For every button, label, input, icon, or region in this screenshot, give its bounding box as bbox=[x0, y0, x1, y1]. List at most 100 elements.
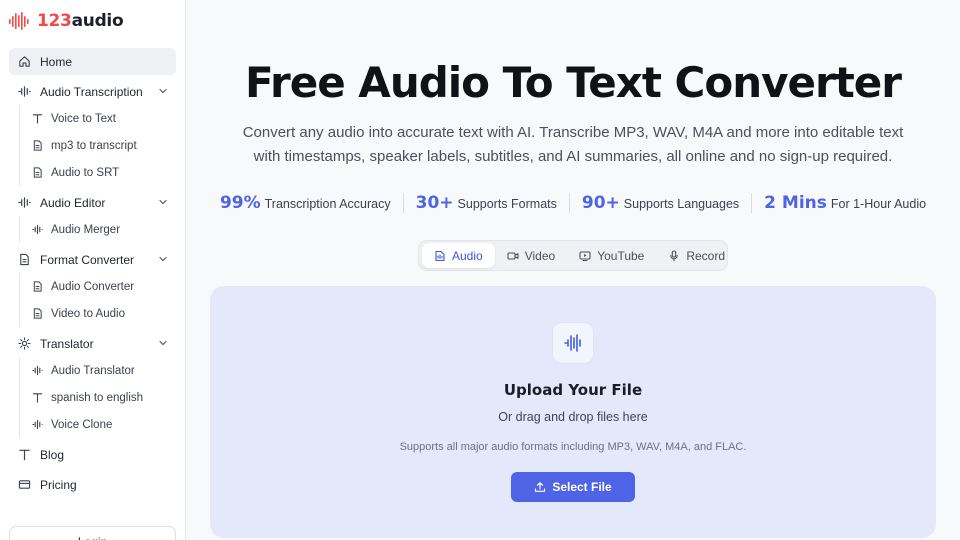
hero-subtitle-line-2: with timestamps, speaker labels, subtitl… bbox=[253, 148, 893, 165]
login-button[interactable]: Login bbox=[9, 526, 176, 540]
select-file-label: Select File bbox=[552, 480, 612, 494]
stat-speed: 2 Mins For 1-Hour Audio bbox=[751, 193, 938, 213]
upload-drag-text: Or drag and drop files here bbox=[498, 410, 648, 424]
stat-label: Supports Languages bbox=[623, 197, 740, 211]
hero-subtitle: Convert any audio into accurate text wit… bbox=[226, 121, 920, 169]
stat-accuracy: 99% Transcription Accuracy bbox=[208, 193, 403, 213]
sidebar-item-voice-to-text[interactable]: Voice to Text bbox=[24, 105, 176, 132]
sidebar-item-spanish-to-english[interactable]: spanish to english bbox=[24, 384, 176, 411]
sidebar-item-audio-merger[interactable]: Audio Merger bbox=[24, 216, 176, 243]
stat-value: 99% bbox=[219, 193, 261, 213]
video-camera-icon bbox=[507, 250, 519, 262]
sidebar-item-label: Audio to SRT bbox=[51, 166, 120, 179]
sidebar-item-label: Video to Audio bbox=[51, 307, 125, 320]
stat-value: 30+ bbox=[415, 193, 454, 213]
sidebar-item-video-to-audio[interactable]: Video to Audio bbox=[24, 300, 176, 327]
tab-record[interactable]: Record bbox=[656, 243, 737, 268]
nav-group-translator: Translator Audio Translator spanish to e… bbox=[9, 330, 176, 438]
main-content: Free Audio To Text Converter Convert any… bbox=[186, 0, 960, 540]
text-t-icon bbox=[32, 113, 43, 124]
document-icon bbox=[32, 167, 43, 178]
tab-youtube[interactable]: YouTube bbox=[567, 243, 656, 268]
hero-subtitle-line-1: Convert any audio into accurate text wit… bbox=[242, 124, 904, 141]
upload-dropzone[interactable]: Upload Your File Or drag and drop files … bbox=[210, 286, 936, 538]
stat-label: Supports Formats bbox=[457, 197, 557, 211]
document-icon bbox=[32, 140, 43, 151]
sound-wave-icon bbox=[18, 85, 31, 98]
sidebar-item-label: Audio Converter bbox=[51, 280, 135, 293]
sidebar-item-label: Format Converter bbox=[40, 252, 135, 267]
sidebar-item-label: spanish to english bbox=[51, 391, 144, 404]
sidebar-item-audio-editor[interactable]: Audio Editor bbox=[9, 189, 176, 216]
sidebar-item-label: Translator bbox=[40, 336, 94, 351]
sidebar-item-label: Audio Translator bbox=[51, 364, 135, 377]
stat-label: Transcription Accuracy bbox=[264, 197, 391, 211]
tab-video[interactable]: Video bbox=[495, 243, 567, 268]
sparkle-icon bbox=[18, 337, 31, 350]
sidebar-item-blog[interactable]: Blog bbox=[9, 441, 176, 468]
submenu-audio-transcription: Voice to Text mp3 to transcript Audio to… bbox=[19, 105, 176, 186]
document-icon bbox=[32, 308, 43, 319]
sidebar-item-label: Audio Editor bbox=[40, 195, 106, 210]
chevron-down-icon[interactable] bbox=[158, 86, 168, 96]
nav-group-format-converter: Format Converter Audio Converter Video t… bbox=[9, 246, 176, 327]
sidebar-item-audio-translator[interactable]: Audio Translator bbox=[24, 357, 176, 384]
home-icon bbox=[18, 55, 31, 68]
sidebar-item-mp3-to-transcript[interactable]: mp3 to transcript bbox=[24, 132, 176, 159]
chevron-down-icon[interactable] bbox=[158, 254, 168, 264]
sidebar-item-label: mp3 to transcript bbox=[51, 139, 137, 152]
upload-audio-icon bbox=[552, 322, 594, 364]
stat-label: For 1-Hour Audio bbox=[830, 197, 927, 211]
sidebar-item-audio-to-srt[interactable]: Audio to SRT bbox=[24, 159, 176, 186]
document-icon bbox=[32, 281, 43, 292]
select-file-button[interactable]: Select File bbox=[511, 472, 635, 502]
sidebar-item-home-label: Home bbox=[40, 54, 73, 69]
sidebar: 123audio Home Audio Transcription Voice … bbox=[0, 0, 186, 540]
tab-label: Record bbox=[686, 248, 726, 263]
tab-audio[interactable]: Audio bbox=[422, 243, 495, 268]
sidebar-item-label: Voice to Text bbox=[51, 112, 116, 125]
sidebar-item-pricing[interactable]: Pricing bbox=[9, 471, 176, 498]
page-title: Free Audio To Text Converter bbox=[245, 58, 902, 107]
brand-logo[interactable]: 123audio bbox=[8, 9, 124, 33]
upload-title: Upload Your File bbox=[503, 381, 643, 399]
text-t-icon bbox=[18, 448, 31, 461]
sidebar-item-label: Voice Clone bbox=[51, 418, 113, 431]
submenu-audio-editor: Audio Merger bbox=[19, 216, 176, 243]
sidebar-item-audio-transcription[interactable]: Audio Transcription bbox=[9, 78, 176, 105]
sound-wave-icon bbox=[32, 419, 43, 430]
nav-group-audio-editor: Audio Editor Audio Merger bbox=[9, 189, 176, 243]
sound-wave-icon bbox=[32, 224, 43, 235]
stat-value: 90+ bbox=[581, 193, 620, 213]
chevron-down-icon[interactable] bbox=[158, 197, 168, 207]
sidebar-item-home[interactable]: Home bbox=[9, 48, 176, 75]
sound-wave-icon bbox=[564, 334, 581, 352]
sidebar-item-format-converter[interactable]: Format Converter bbox=[9, 246, 176, 273]
credit-card-icon bbox=[18, 478, 31, 491]
sidebar-item-audio-converter[interactable]: Audio Converter bbox=[24, 273, 176, 300]
stats-bar: 99% Transcription Accuracy 30+ Supports … bbox=[186, 193, 960, 213]
microphone-icon bbox=[668, 249, 680, 262]
brand-name-word: audio bbox=[71, 11, 124, 31]
sidebar-item-translator[interactable]: Translator bbox=[9, 330, 176, 357]
submenu-translator: Audio Translator spanish to english Voic… bbox=[19, 357, 176, 438]
upload-icon bbox=[534, 481, 546, 493]
upload-formats-text: Supports all major audio formats includi… bbox=[399, 441, 747, 453]
sidebar-item-label: Pricing bbox=[40, 477, 77, 492]
chevron-down-icon[interactable] bbox=[158, 338, 168, 348]
text-t-icon bbox=[32, 392, 43, 403]
brand-name: 123audio bbox=[37, 11, 124, 31]
document-icon bbox=[18, 253, 31, 266]
sidebar-item-label: Blog bbox=[40, 447, 65, 462]
tab-label: YouTube bbox=[597, 248, 645, 263]
sound-wave-icon bbox=[18, 196, 31, 209]
stat-value: 2 Mins bbox=[764, 193, 827, 213]
sidebar-item-label: Audio Merger bbox=[51, 223, 121, 236]
tab-label: Audio bbox=[452, 248, 483, 263]
brand-name-num: 123 bbox=[37, 11, 72, 31]
sidebar-item-label: Audio Transcription bbox=[40, 84, 143, 99]
tab-label: Video bbox=[524, 248, 556, 263]
audio-file-icon bbox=[434, 250, 446, 262]
stat-languages: 90+ Supports Languages bbox=[568, 193, 751, 213]
sidebar-item-voice-clone[interactable]: Voice Clone bbox=[24, 411, 176, 438]
